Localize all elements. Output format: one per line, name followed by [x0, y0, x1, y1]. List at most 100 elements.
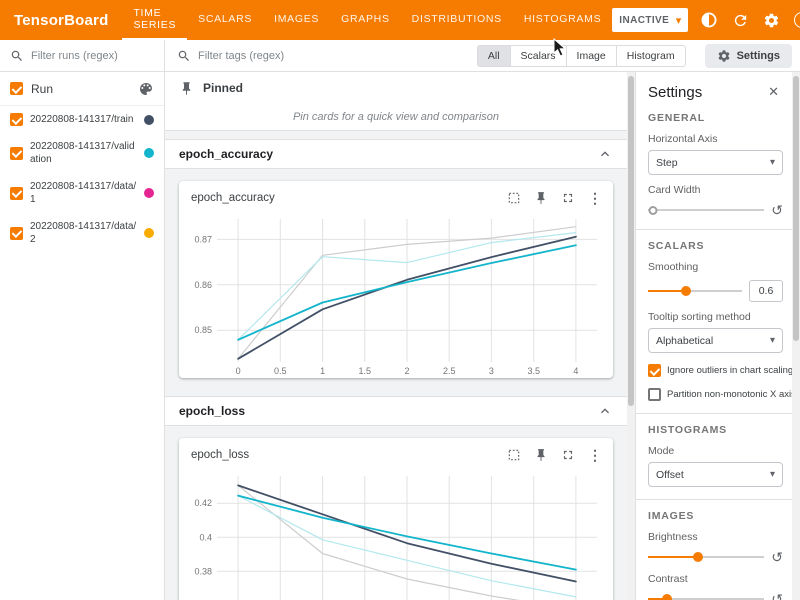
slider-thumb[interactable]: [648, 206, 657, 215]
tab-scalars[interactable]: SCALARS: [187, 0, 263, 40]
help-icon[interactable]: ?: [792, 10, 800, 30]
run-row-data-1[interactable]: 20220808-141317/data/1: [0, 173, 164, 213]
run-checkbox[interactable]: [10, 227, 23, 240]
epoch-loss-chart[interactable]: 00.511.522.533.540.360.380.40.42: [183, 470, 607, 600]
tab-images[interactable]: IMAGES: [263, 0, 330, 40]
card-area: epoch_loss ⋮ 00.511.522.533.540.360.380.…: [165, 426, 627, 600]
run-row-train[interactable]: 20220808-141317/train: [0, 106, 164, 133]
card-width-slider[interactable]: [648, 203, 764, 217]
run-row-data-2[interactable]: 20220808-141317/data/2: [0, 213, 164, 253]
app-logo[interactable]: TensorBoard: [0, 0, 122, 40]
contrast-label: Contrast: [648, 573, 783, 585]
more-options-icon[interactable]: ⋮: [587, 190, 603, 206]
run-checkbox[interactable]: [10, 187, 23, 200]
pinned-header[interactable]: Pinned: [165, 72, 627, 104]
more-options-icon[interactable]: ⋮: [587, 447, 603, 463]
divider: [636, 413, 793, 414]
slider-thumb[interactable]: [693, 552, 703, 562]
filter-image-button[interactable]: Image: [567, 45, 617, 67]
gear-icon: [717, 49, 731, 63]
chevron-up-icon[interactable]: [597, 403, 613, 419]
fit-domain-icon[interactable]: [506, 447, 522, 463]
reset-icon[interactable]: ↺: [771, 203, 783, 217]
reload-status-select[interactable]: INACTIVE ▾: [612, 8, 688, 32]
tab-graphs[interactable]: GRAPHS: [330, 0, 401, 40]
smoothing-slider[interactable]: [648, 284, 742, 298]
svg-text:1: 1: [320, 366, 325, 376]
tab-time-series[interactable]: TIME SERIES: [122, 0, 187, 40]
run-checkbox[interactable]: [10, 113, 23, 126]
select-all-runs-checkbox[interactable]: [10, 82, 23, 95]
run-name: 20220808-141317/train: [30, 113, 137, 126]
section-header-epoch-accuracy[interactable]: epoch_accuracy: [165, 139, 627, 169]
svg-text:0.5: 0.5: [274, 366, 287, 376]
run-color-dot: [144, 148, 154, 158]
run-row-validation[interactable]: 20220808-141317/validation: [0, 133, 164, 173]
caret-down-icon: ▾: [770, 157, 775, 168]
card-area: epoch_accuracy ⋮ 00.511.522.533.540.850.…: [165, 169, 627, 396]
tab-distributions[interactable]: DISTRIBUTIONS: [401, 0, 513, 40]
settings-scrollbar[interactable]: [792, 72, 800, 600]
histogram-mode-select[interactable]: Offset ▾: [648, 462, 783, 487]
palette-icon[interactable]: [138, 81, 154, 97]
smoothing-value-input[interactable]: [749, 280, 783, 302]
section-header-epoch-loss[interactable]: epoch_loss: [165, 396, 627, 426]
filter-all-button[interactable]: All: [477, 45, 511, 67]
images-heading: IMAGES: [648, 510, 783, 522]
svg-text:3.5: 3.5: [527, 366, 540, 376]
brightness-label: Brightness: [648, 531, 783, 543]
fullscreen-icon[interactable]: [560, 190, 576, 206]
caret-down-icon: ▾: [770, 469, 775, 480]
tooltip-sorting-select[interactable]: Alphabetical ▾: [648, 328, 783, 353]
reset-icon[interactable]: ↺: [771, 592, 783, 600]
partition-x-axis-row[interactable]: Partition non-monotonic X axis i: [648, 388, 783, 401]
contrast-toggle-icon[interactable]: [699, 10, 719, 30]
ignore-outliers-checkbox[interactable]: [648, 364, 661, 377]
fullscreen-icon[interactable]: [560, 447, 576, 463]
filter-tags-input[interactable]: [198, 50, 308, 62]
settings-panel-title: Settings: [648, 84, 702, 101]
svg-text:4: 4: [573, 366, 578, 376]
histograms-heading: HISTOGRAMS: [648, 424, 783, 436]
filter-histogram-button[interactable]: Histogram: [617, 45, 686, 67]
pin-card-icon[interactable]: [533, 190, 549, 206]
settings-button[interactable]: Settings: [705, 44, 792, 68]
svg-text:0.42: 0.42: [194, 498, 212, 508]
filter-runs-box[interactable]: [0, 40, 165, 72]
run-color-dot: [144, 188, 154, 198]
ignore-outliers-row[interactable]: Ignore outliers in chart scaling: [648, 364, 783, 377]
run-checkbox[interactable]: [10, 147, 23, 160]
card-header: epoch_accuracy ⋮: [179, 181, 613, 211]
contrast-slider[interactable]: [648, 592, 764, 600]
tab-histograms[interactable]: HISTOGRAMS: [513, 0, 612, 40]
settings-gear-icon[interactable]: [761, 10, 781, 30]
chevron-up-icon[interactable]: [597, 146, 613, 162]
search-icon: [10, 49, 24, 63]
tooltip-sorting-value: Alphabetical: [656, 335, 713, 347]
refresh-icon[interactable]: [730, 10, 750, 30]
close-icon[interactable]: ✕: [764, 82, 783, 102]
partition-x-axis-checkbox[interactable]: [648, 388, 661, 401]
epoch-accuracy-chart[interactable]: 00.511.522.533.540.850.860.87: [183, 213, 607, 378]
filter-runs-input[interactable]: [31, 50, 141, 62]
slider-thumb[interactable]: [662, 594, 672, 600]
scalar-card-epoch-loss: epoch_loss ⋮ 00.511.522.533.540.360.380.…: [179, 438, 613, 600]
brightness-slider[interactable]: [648, 550, 764, 564]
settings-scrollbar-thumb[interactable]: [793, 76, 799, 341]
slider-thumb[interactable]: [681, 286, 691, 296]
main-scrollbar-thumb[interactable]: [628, 76, 634, 406]
horizontal-axis-value: Step: [656, 157, 678, 169]
filter-scalars-button[interactable]: Scalars: [511, 45, 567, 67]
cards-main-area: Pinned Pin cards for a quick view and co…: [165, 72, 635, 600]
pin-card-icon[interactable]: [533, 447, 549, 463]
svg-text:0.87: 0.87: [194, 234, 212, 244]
partition-x-axis-label: Partition non-monotonic X axis: [667, 389, 793, 400]
run-color-dot: [144, 115, 154, 125]
horizontal-axis-select[interactable]: Step ▾: [648, 150, 783, 175]
fit-domain-icon[interactable]: [506, 190, 522, 206]
main-scrollbar[interactable]: [627, 72, 635, 600]
tensorboard-app: TensorBoard TIME SERIES SCALARS IMAGES G…: [0, 0, 800, 600]
help-glyph: ?: [794, 12, 800, 28]
reset-icon[interactable]: ↺: [771, 550, 783, 564]
svg-text:2: 2: [404, 366, 409, 376]
